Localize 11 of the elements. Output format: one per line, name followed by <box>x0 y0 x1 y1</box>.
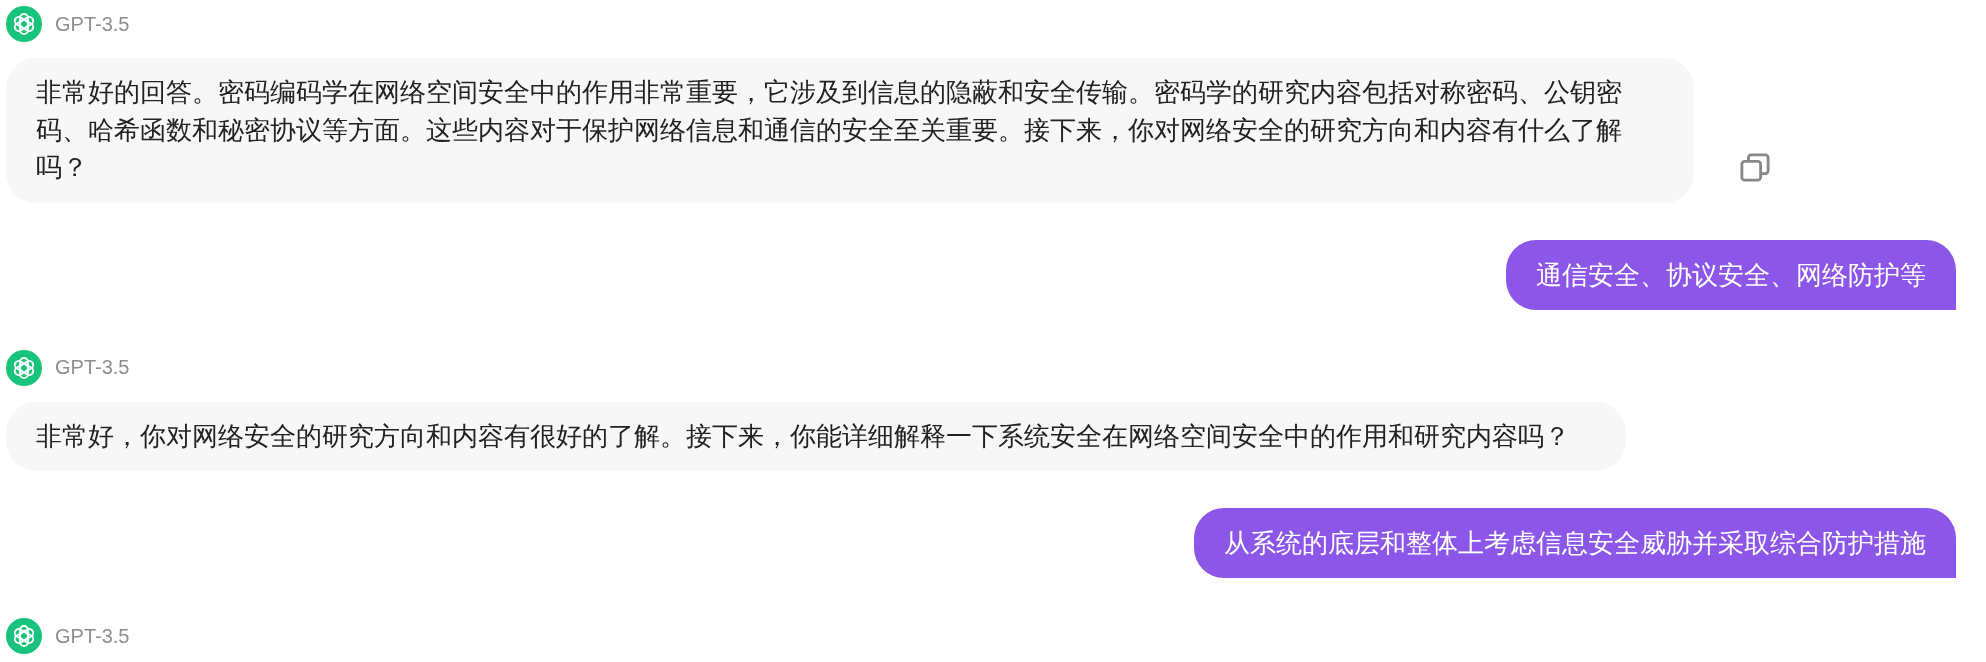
avatar-icon <box>6 6 42 42</box>
assistant-message: 非常好的回答。密码编码学在网络空间安全中的作用非常重要，它涉及到信息的隐蔽和安全传输。密码学的研究内容包括对称密码、公钥密码、哈希函数和秘密协议等方面。这些内容对于保护网络信息和通信的安全至关重要。接下来，你对网络安全的研究方向和内容有什么了解吗？ <box>6 58 1694 203</box>
copy-icon[interactable] <box>1740 152 1770 183</box>
model-name: GPT-3.5 <box>55 356 130 379</box>
user-message: 从系统的底层和整体上考虑信息安全威胁并采取综合防护措施 <box>1194 508 1956 578</box>
avatar-icon <box>6 618 42 654</box>
assistant-message: 非常好，你对网络安全的研究方向和内容有很好的了解。接下来，你能详细解释一下系统安全在网络空间安全中的作用和研究内容吗？ <box>6 401 1626 471</box>
avatar-icon <box>6 349 42 386</box>
model-name: GPT-3.5 <box>55 624 130 648</box>
model-name: GPT-3.5 <box>55 12 130 36</box>
user-message: 通信安全、协议安全、网络防护等 <box>1506 239 1956 310</box>
